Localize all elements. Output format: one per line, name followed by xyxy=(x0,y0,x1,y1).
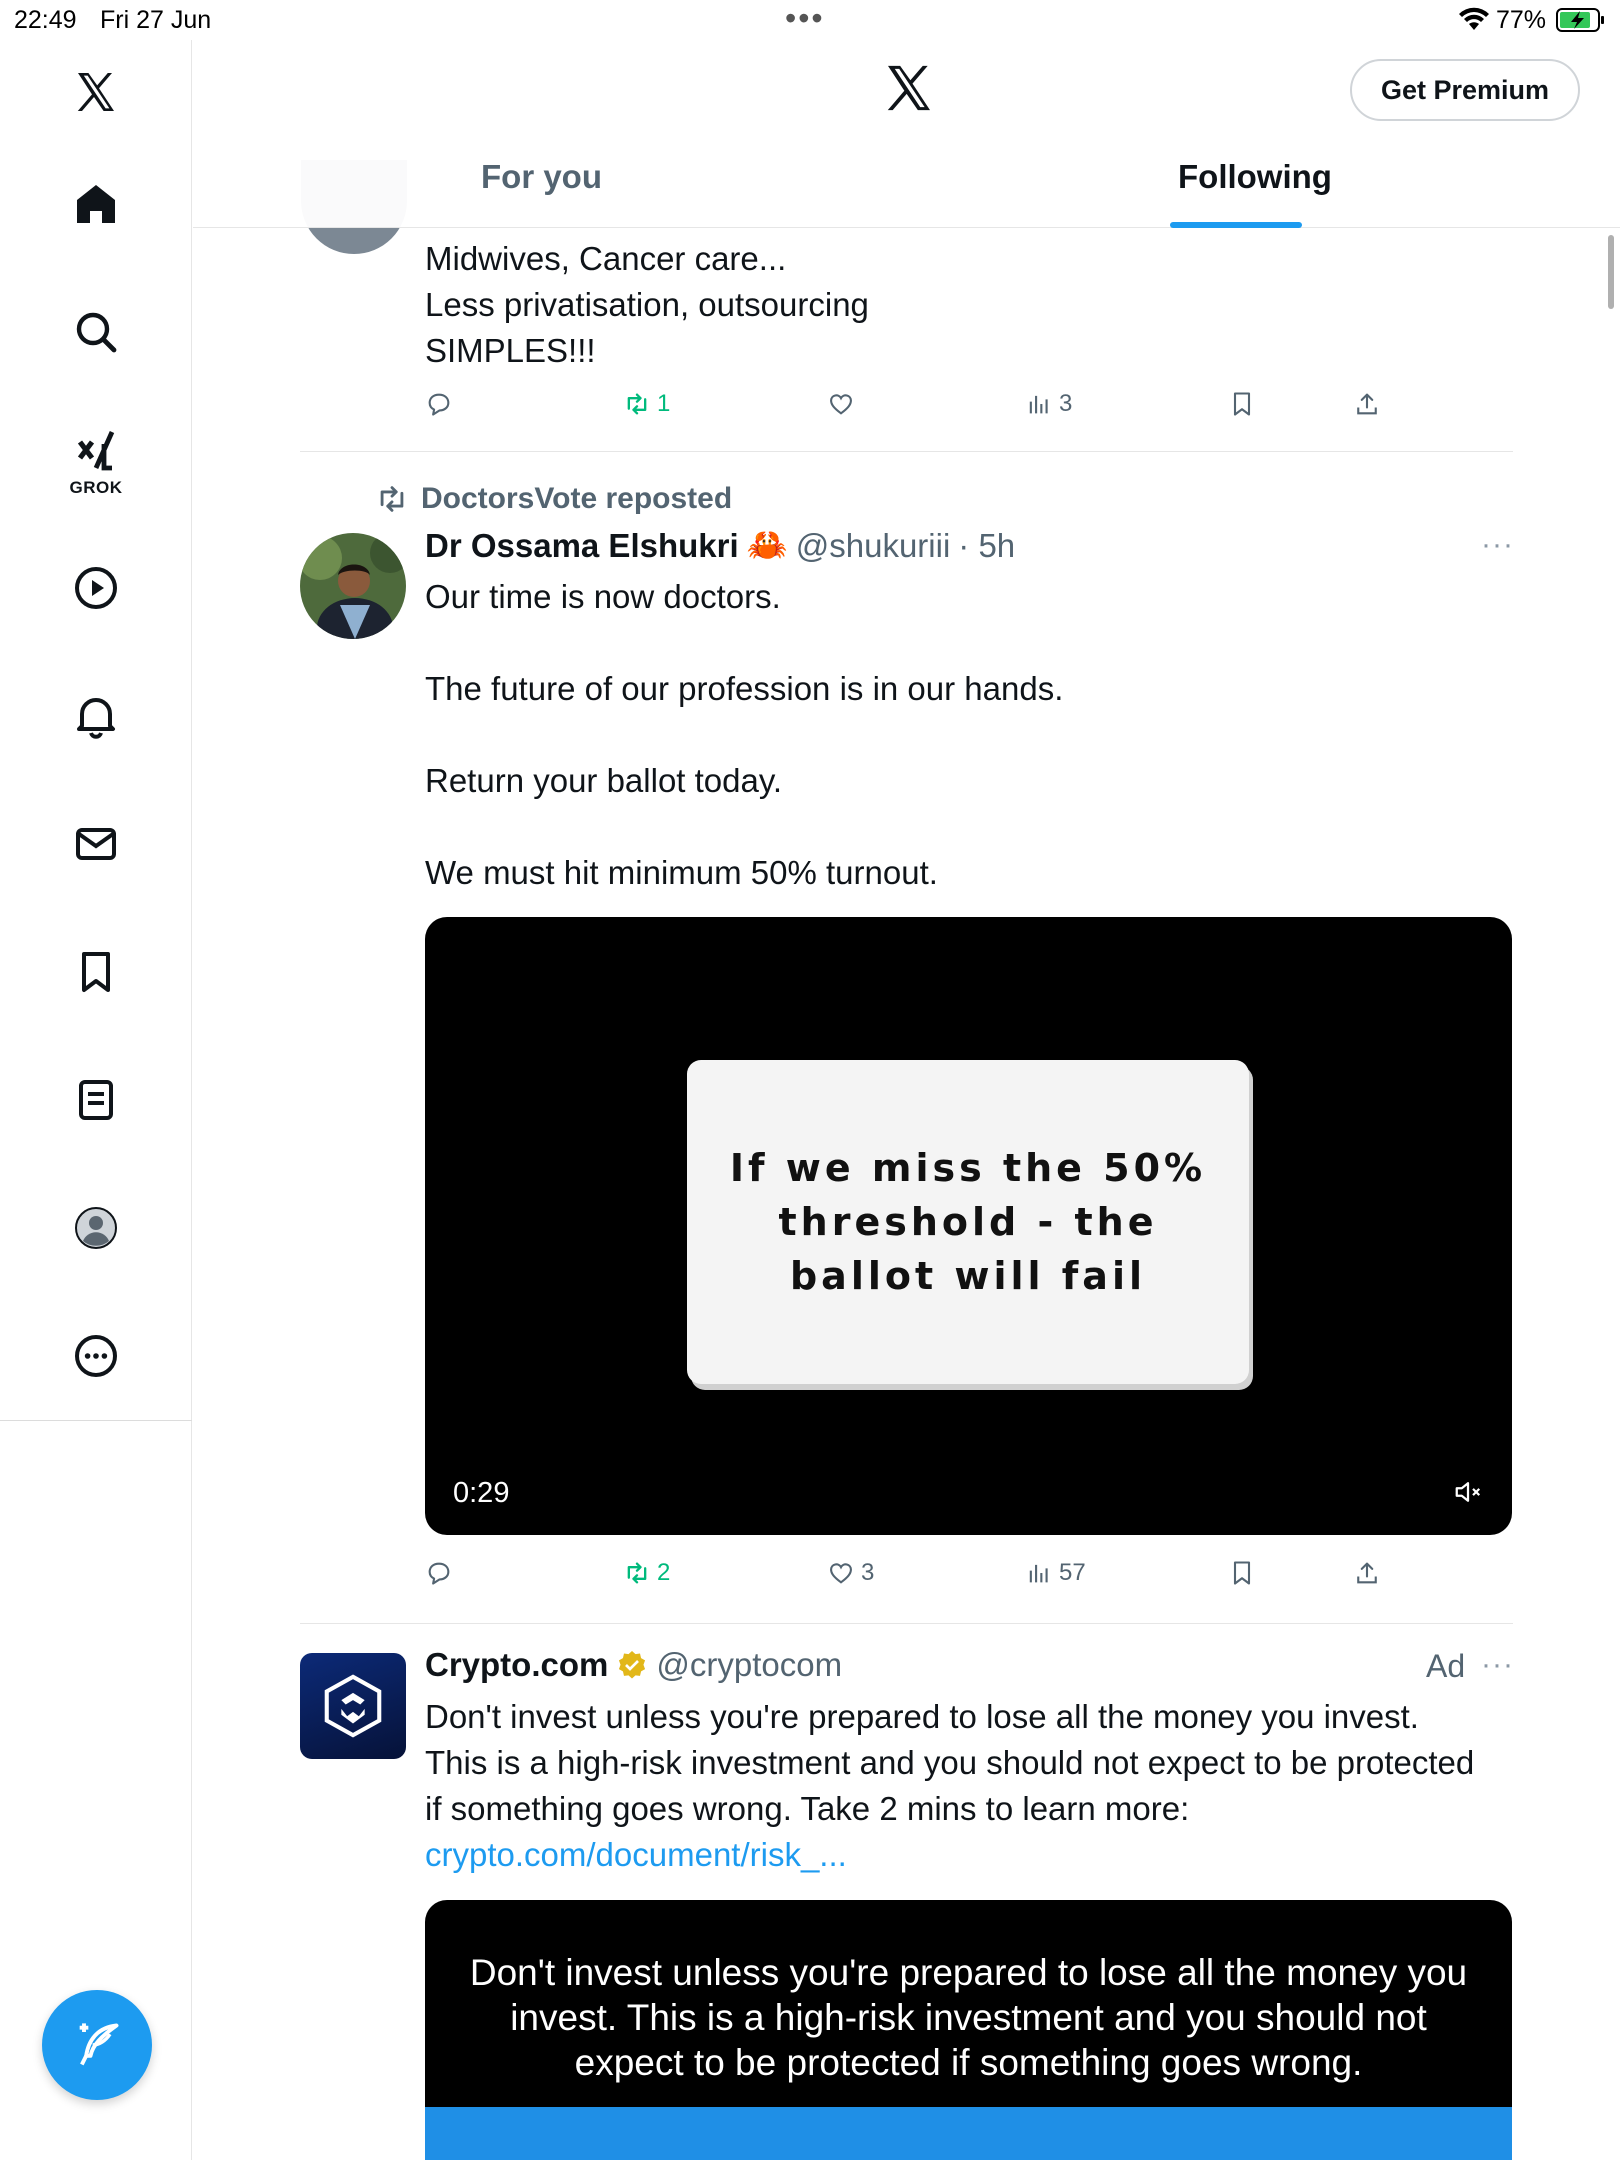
tweet-paragraph: The future of our profession is in our h… xyxy=(425,670,1064,707)
views-count: 3 xyxy=(1059,390,1073,417)
lists-icon[interactable] xyxy=(66,1070,126,1130)
timeline-feed: Midwives, Cancer care... Less privatisat… xyxy=(193,0,1620,2160)
scrollbar[interactable] xyxy=(1608,235,1614,309)
repost-icon xyxy=(627,1562,647,1584)
repost-icon xyxy=(627,393,647,415)
repost-count: 2 xyxy=(657,1559,671,1586)
share-button[interactable] xyxy=(1353,390,1381,418)
views-count: 57 xyxy=(1059,1559,1086,1586)
tweet-paragraph: Our time is now doctors. xyxy=(425,578,781,615)
muted-speaker-icon[interactable] xyxy=(1453,1477,1483,1507)
views-icon xyxy=(1029,395,1048,414)
search-icon[interactable] xyxy=(66,302,126,362)
like-count: 3 xyxy=(861,1559,875,1586)
ad-media[interactable]: Don't invest unless you're prepared to l… xyxy=(425,1900,1512,2160)
tweet-paragraph: Return your ballot today. xyxy=(425,762,783,799)
ad-text: Don't invest unless you're prepared to l… xyxy=(425,1698,1475,1827)
share-icon xyxy=(1357,1562,1377,1584)
compose-post-button[interactable] xyxy=(42,1990,152,2100)
video-frame-card: If we miss the 50% threshold - the ballo… xyxy=(687,1060,1249,1384)
author-handle[interactable]: @shukuriii xyxy=(796,527,951,565)
bookmark-icon[interactable] xyxy=(66,942,126,1002)
avatar[interactable] xyxy=(300,533,406,639)
repost-count: 1 xyxy=(657,390,671,417)
tweet-actions: 2 3 57 xyxy=(425,1559,1425,1599)
reply-icon xyxy=(428,1562,450,1585)
video-duration: 0:29 xyxy=(453,1477,510,1509)
get-premium-button[interactable]: Get Premium xyxy=(1350,59,1580,121)
tweet-text-line: SIMPLES!!! xyxy=(425,332,596,369)
tweet-time[interactable]: · 5h xyxy=(958,527,1015,565)
ad-media-banner xyxy=(425,2107,1512,2160)
author-name[interactable]: Dr Ossama Elshukri xyxy=(425,527,739,565)
verified-gold-badge-icon xyxy=(619,1651,646,1679)
bookmark-button[interactable] xyxy=(1228,390,1256,418)
tweet-actions: 1 3 xyxy=(425,390,1425,430)
crab-emoji: 🦀 xyxy=(746,526,788,563)
tweet-text-line: Less privatisation, outsourcing xyxy=(425,286,869,323)
author-handle[interactable]: @cryptocom xyxy=(656,1646,842,1684)
tweet-text: Midwives, Cancer care... Less privatisat… xyxy=(425,236,1425,374)
bookmark-icon xyxy=(1233,392,1251,416)
tweet-author-line: Dr Ossama Elshukri 🦀 @shukuriii · 5h xyxy=(425,526,1015,565)
more-options-icon[interactable]: ··· xyxy=(1481,1648,1514,1682)
bookmark-icon xyxy=(1233,1561,1251,1585)
video-caption: If we miss the 50% threshold - the ballo… xyxy=(729,1146,1207,1298)
sidebar-divider xyxy=(0,1420,192,1421)
tab-following[interactable]: Following xyxy=(1178,158,1332,228)
ad-label: Ad xyxy=(1426,1648,1466,1684)
tweet-text: Our time is now doctors. The future of o… xyxy=(425,574,1475,896)
risk-document-link[interactable]: crypto.com/document/risk_... xyxy=(425,1836,847,1873)
share-button[interactable] xyxy=(1353,1559,1381,1587)
reply-button[interactable] xyxy=(425,390,453,418)
reply-icon xyxy=(428,393,450,416)
home-icon[interactable] xyxy=(66,174,126,234)
tweet-text-line: Midwives, Cancer care... xyxy=(425,240,787,277)
tweet-divider xyxy=(300,1623,1513,1624)
video-play-icon[interactable] xyxy=(66,558,126,618)
tweet-divider xyxy=(300,451,1513,452)
reply-button[interactable] xyxy=(425,1559,453,1587)
bookmark-button[interactable] xyxy=(1228,1559,1256,1587)
share-icon xyxy=(1357,393,1377,415)
crypto-com-logo[interactable] xyxy=(300,1653,406,1759)
tab-for-you[interactable]: For you xyxy=(481,158,602,228)
sidebar: GROK xyxy=(0,40,192,2160)
compose-post-icon xyxy=(79,2023,119,2066)
views-button[interactable]: 3 xyxy=(1025,390,1072,418)
repost-label: DoctorsVote reposted xyxy=(421,482,733,515)
heart-icon xyxy=(830,394,852,415)
ad-media-text: Don't invest unless you're prepared to l… xyxy=(469,1952,1468,2083)
grok-label: GROK xyxy=(69,478,123,497)
repost-button[interactable]: 2 xyxy=(623,1559,670,1587)
bell-icon[interactable] xyxy=(66,686,126,746)
like-button[interactable]: 3 xyxy=(827,1559,874,1587)
repost-icon xyxy=(380,486,404,512)
repost-indicator[interactable]: DoctorsVote reposted xyxy=(375,482,732,516)
mail-icon[interactable] xyxy=(66,814,126,874)
tweet-author-line: Crypto.com @cryptocom xyxy=(425,1646,842,1684)
tweet-paragraph: We must hit minimum 50% turnout. xyxy=(425,854,938,891)
author-name[interactable]: Crypto.com xyxy=(425,1646,608,1684)
active-tab-indicator xyxy=(1170,222,1302,228)
like-button[interactable] xyxy=(827,390,855,418)
video-player[interactable]: If we miss the 50% threshold - the ballo… xyxy=(425,917,1512,1535)
timeline-header: Get Premium For you Following xyxy=(193,40,1620,228)
views-button[interactable]: 57 xyxy=(1025,1559,1086,1587)
heart-icon xyxy=(830,1563,852,1584)
tweet-text: Don't invest unless you're prepared to l… xyxy=(425,1694,1485,1878)
repost-button[interactable]: 1 xyxy=(623,390,670,418)
profile-icon[interactable] xyxy=(66,1198,126,1258)
x-logo-icon[interactable] xyxy=(66,62,126,122)
more-circle-icon[interactable] xyxy=(66,1326,126,1386)
status-time: 22:49 xyxy=(14,6,77,34)
x-logo-icon[interactable] xyxy=(881,60,937,116)
grok-icon[interactable] xyxy=(66,420,126,480)
more-options-icon[interactable]: ··· xyxy=(1481,528,1514,562)
views-icon xyxy=(1029,1564,1048,1583)
